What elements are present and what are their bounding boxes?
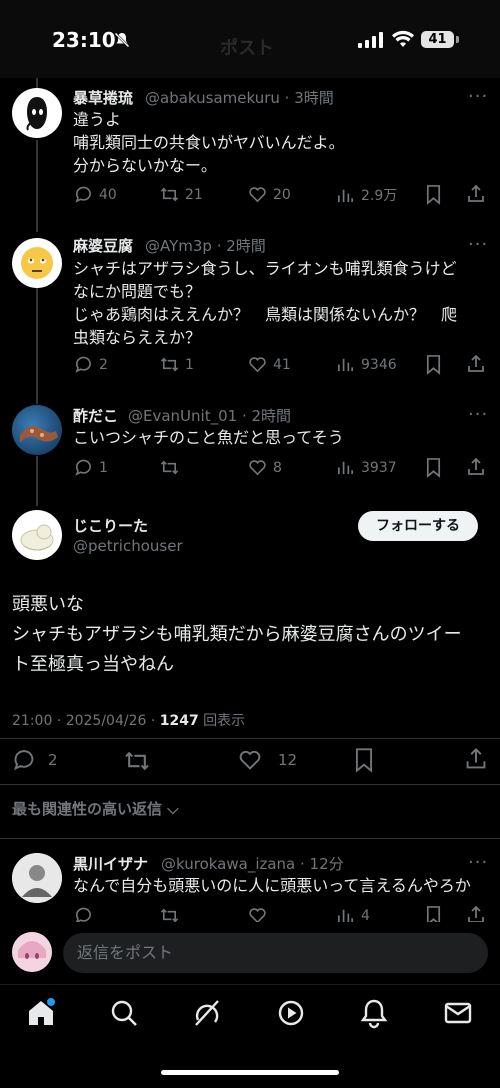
bookmark-icon[interactable] <box>424 457 443 478</box>
reply-author-name[interactable]: 暴草捲琉 <box>73 87 133 108</box>
share-icon[interactable] <box>466 457 486 477</box>
reply-author-name[interactable]: 麻婆豆腐 <box>73 235 133 256</box>
avatar[interactable] <box>12 853 62 903</box>
follow-button[interactable]: フォローする <box>358 511 478 541</box>
divider <box>0 738 500 739</box>
views-icon <box>337 189 354 202</box>
repost-icon <box>160 460 179 475</box>
comment-icon <box>75 186 91 203</box>
thread-line <box>36 78 38 88</box>
like-button[interactable]: 41 <box>248 355 291 374</box>
repost-button[interactable]: 21 <box>160 185 203 204</box>
sort-replies-toggle[interactable]: 最も関連性の高い返信 ⌵ <box>12 798 179 819</box>
like-button[interactable]: 12 <box>238 748 297 772</box>
reply-text: 違うよ 哺乳類同士の共食いがヤバいんだよ。 分からないかなー。 <box>73 110 345 175</box>
comment-icon <box>75 356 91 373</box>
notifications-icon[interactable] <box>357 996 391 1030</box>
more-options-icon[interactable]: ··· <box>468 404 488 425</box>
reply-button[interactable]: 2 <box>12 748 58 772</box>
reply-button[interactable]: 2 <box>74 355 108 374</box>
heart-icon <box>249 187 266 203</box>
chevron-down-icon: ⌵ <box>167 800 179 818</box>
header-title: ポスト <box>220 38 274 59</box>
reply-author-name[interactable]: 酢だこ <box>73 405 118 426</box>
thread-line <box>36 288 38 404</box>
reply-author-handle[interactable]: @kurokawa_izana · 12分 <box>161 853 344 874</box>
divider <box>0 784 500 785</box>
silent-mode-icon <box>114 32 130 48</box>
avatar[interactable] <box>12 88 62 138</box>
reply-text: なんで自分も頭悪いのに人に頭悪いって言えるんやろか <box>73 876 471 895</box>
thread-line <box>36 140 38 232</box>
bookmark-icon[interactable] <box>424 354 443 375</box>
share-icon[interactable] <box>464 747 488 771</box>
like-button[interactable]: 20 <box>248 185 291 204</box>
home-indicator <box>161 1070 339 1075</box>
search-icon[interactable] <box>107 996 141 1030</box>
repost-button[interactable]: 1 <box>160 355 194 374</box>
video-icon[interactable] <box>274 996 308 1030</box>
post-text: 頭悪いな シャチもアザラシも哺乳類だから麻婆豆腐さんのツイー ト至極真っ当やねん <box>12 594 462 675</box>
reply-author-handle[interactable]: @AYm3p · 2時間 <box>145 235 266 256</box>
repost-button[interactable] <box>160 458 185 477</box>
more-options-icon[interactable]: ··· <box>468 86 488 107</box>
like-button[interactable]: 8 <box>248 458 282 477</box>
views-icon <box>337 358 354 372</box>
share-icon[interactable] <box>466 354 486 374</box>
thread-line <box>36 456 38 506</box>
more-options-icon[interactable]: ··· <box>468 852 488 873</box>
reply-input[interactable]: 返信をポスト <box>63 933 488 973</box>
signal-icon <box>358 32 383 48</box>
repost-icon <box>160 187 179 202</box>
heart-icon <box>239 750 261 770</box>
more-options-icon[interactable]: ··· <box>468 234 488 255</box>
comment-icon <box>13 750 34 771</box>
views-button[interactable]: 3937 <box>336 458 397 477</box>
grok-icon[interactable] <box>190 996 224 1030</box>
views-button[interactable]: 2.9万 <box>336 185 397 205</box>
reply-author-handle[interactable]: @abakusamekuru · 3時間 <box>145 87 334 108</box>
home-icon[interactable] <box>24 996 58 1030</box>
views-button[interactable]: 9346 <box>336 355 397 374</box>
reply-text: シャチはアザラシ食うし、ライオンも哺乳類食うけど なにか問題でも？ じゃあ鶏肉はええ… <box>73 259 458 347</box>
avatar[interactable] <box>12 238 62 288</box>
reply-button[interactable]: 40 <box>74 185 117 204</box>
bookmark-icon[interactable] <box>352 747 376 773</box>
author-handle[interactable]: @petrichouser <box>73 537 183 555</box>
repost-icon[interactable] <box>124 748 150 774</box>
heart-icon <box>249 460 266 476</box>
share-icon[interactable] <box>466 184 486 204</box>
reply-author-handle[interactable]: @EvanUnit_01 · 2時間 <box>128 405 291 426</box>
avatar[interactable] <box>12 510 62 560</box>
messages-icon[interactable] <box>441 996 475 1030</box>
battery-level: 41 <box>421 31 454 48</box>
author-name[interactable]: じこりーた <box>73 515 148 536</box>
post-meta: 21:00 · 2025/04/26 · 1247 回表示 <box>12 713 246 729</box>
comment-icon <box>75 459 91 476</box>
status-time: 23:10 <box>52 28 116 52</box>
heart-icon <box>249 357 266 373</box>
views-icon <box>337 461 354 475</box>
bookmark-icon[interactable] <box>424 184 443 205</box>
repost-icon <box>160 357 179 372</box>
divider <box>0 838 500 839</box>
reply-button[interactable]: 1 <box>74 458 108 477</box>
reply-author-name[interactable]: 黒川イザナ <box>73 853 148 874</box>
avatar[interactable] <box>12 405 62 455</box>
wifi-icon <box>392 30 414 47</box>
current-user-avatar[interactable] <box>12 932 52 972</box>
reply-text: こいつシャチのこと魚だと思ってそう <box>73 428 344 447</box>
battery-cap <box>456 36 459 43</box>
